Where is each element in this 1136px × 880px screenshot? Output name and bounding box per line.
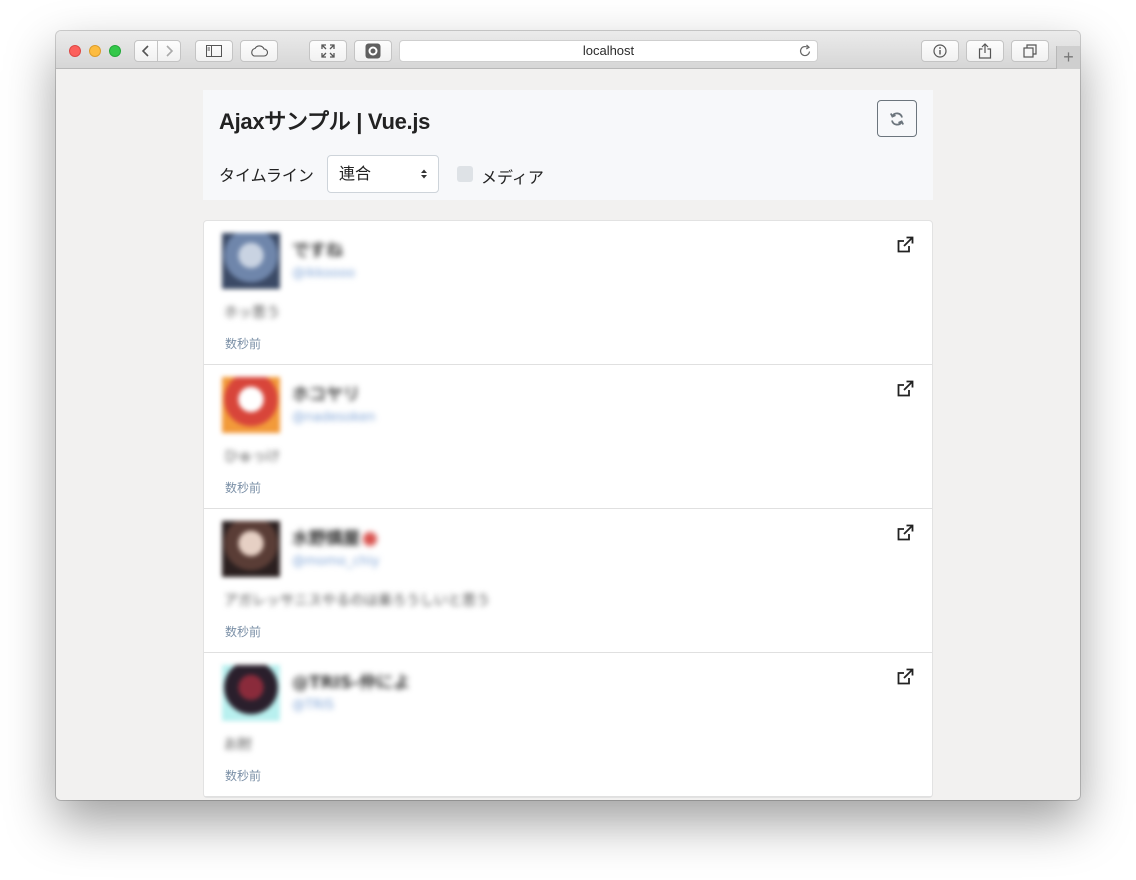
tabs-icon [1023, 44, 1037, 58]
reload-icon [799, 44, 811, 57]
post-text: お肘 [224, 737, 252, 753]
extension-icon [365, 43, 381, 59]
refresh-button[interactable] [877, 100, 917, 137]
sidebar-button[interactable] [195, 40, 233, 62]
account-display-name[interactable]: 水野燐屋 [292, 524, 377, 549]
address-bar[interactable]: localhost [399, 40, 818, 62]
external-link-icon [897, 524, 914, 541]
reload-button[interactable] [799, 44, 812, 64]
account-display-name[interactable]: ですね [292, 236, 343, 261]
app-header: Ajaxサンプル | Vue.js タイムライン 連合 メディア [203, 90, 933, 200]
post-timestamp[interactable]: 数秒前 [225, 767, 261, 784]
chevron-left-icon [141, 45, 149, 57]
timeline-post: 水野燐屋 @momo_chiy アガレッサニスやるのは楽ろうしいと思う 数秒前 [204, 509, 932, 653]
browser-toolbar: localhost + [56, 31, 1080, 69]
account-handle[interactable]: @nadesoken [292, 410, 375, 425]
timeline-post: @TRIS-仲によ @TRIS お肘数秒前 [204, 653, 932, 797]
external-link-button[interactable] [896, 380, 914, 398]
browser-window: localhost + Ajaxサンプル | Vue.js タイムライン 連合 … [56, 31, 1080, 800]
close-window-button[interactable] [69, 45, 81, 57]
avatar[interactable] [222, 521, 280, 577]
account-display-name[interactable]: ホコヤリ [292, 380, 360, 405]
display-name-text: ですね [292, 241, 343, 261]
avatar[interactable] [222, 665, 280, 721]
external-link-button[interactable] [896, 524, 914, 542]
share-button[interactable] [966, 40, 1004, 62]
account-handle[interactable]: @ikkoooo [292, 266, 355, 281]
icloud-tabs-button[interactable] [240, 40, 278, 62]
timeline-label: タイムライン [219, 166, 314, 185]
fullscreen-button[interactable] [309, 40, 347, 62]
post-text: アガレッサニスやるのは楽ろうしいと思う [224, 593, 490, 609]
display-name-text: ホコヤリ [292, 385, 360, 405]
extension-button[interactable] [354, 40, 392, 62]
post-timestamp[interactable]: 数秒前 [225, 335, 261, 352]
post-timestamp[interactable]: 数秒前 [225, 479, 261, 496]
account-display-name[interactable]: @TRIS-仲によ [292, 668, 410, 693]
forward-button[interactable] [157, 40, 181, 62]
timeline-feed: ですね @ikkoooo ホッ思う 数秒前 ホコヤリ @nadesoken ひゅっけ 数秒前水… [203, 220, 933, 798]
timeline-selected-value: 連合 [339, 164, 372, 183]
tabs-overview-button[interactable] [1011, 40, 1049, 62]
timeline-select[interactable]: 連合 [327, 155, 439, 193]
avatar[interactable] [222, 377, 280, 433]
timeline-post: ですね @ikkoooo ホッ思う数秒前 [204, 221, 932, 365]
back-button[interactable] [134, 40, 158, 62]
post-text: ひゅっけ [224, 449, 280, 465]
display-name-text: 水野燐屋 [292, 529, 360, 549]
media-checkbox-label[interactable]: メディア [481, 164, 544, 188]
external-link-icon [897, 668, 914, 685]
media-checkbox[interactable] [457, 166, 473, 182]
post-text: ホッ思う [224, 305, 280, 321]
cloud-icon [251, 45, 269, 57]
info-button[interactable] [921, 40, 959, 62]
select-arrows-icon [421, 169, 427, 179]
chevron-right-icon [166, 45, 174, 57]
post-timestamp[interactable]: 数秒前 [225, 623, 261, 640]
account-handle[interactable]: @momo_chiy [292, 554, 379, 569]
new-tab-button[interactable]: + [1056, 46, 1080, 69]
external-link-button[interactable] [896, 236, 914, 254]
emoji-badge-icon [363, 532, 377, 546]
external-link-button[interactable] [896, 668, 914, 686]
external-link-icon [897, 380, 914, 397]
zoom-window-button[interactable] [109, 45, 121, 57]
display-name-text: @TRIS-仲によ [292, 673, 411, 693]
sidebar-icon [206, 45, 222, 57]
info-icon [933, 44, 947, 58]
refresh-icon [890, 111, 904, 126]
avatar[interactable] [222, 233, 280, 289]
external-link-icon [897, 236, 914, 253]
timeline-post: ホコヤリ @nadesoken ひゅっけ数秒前 [204, 365, 932, 509]
page-viewport: Ajaxサンプル | Vue.js タイムライン 連合 メディア ですね @ikk… [56, 69, 1080, 800]
account-handle[interactable]: @TRIS [292, 698, 334, 713]
expand-icon [321, 44, 335, 58]
share-icon [978, 43, 992, 59]
page-title: Ajaxサンプル | Vue.js [219, 109, 431, 134]
minimize-window-button[interactable] [89, 45, 101, 57]
url-text: localhost [582, 43, 635, 58]
